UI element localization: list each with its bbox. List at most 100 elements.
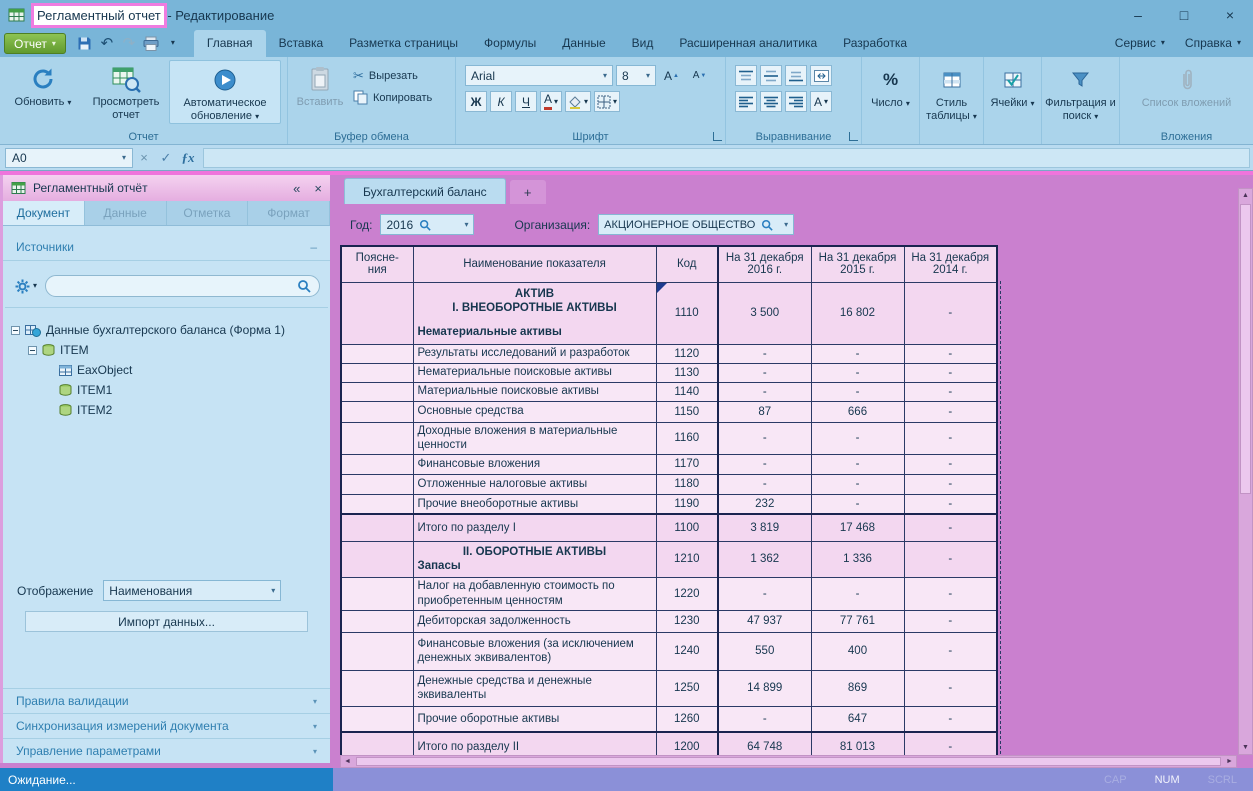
scroll-down-icon[interactable]: ▼ <box>1239 741 1252 754</box>
cell-2016[interactable]: - <box>718 454 811 474</box>
cell-2015[interactable]: - <box>811 577 904 610</box>
ribbon-tab[interactable]: Разметка страницы <box>336 30 471 57</box>
cell-code[interactable]: 1100 <box>656 514 718 541</box>
cell-code[interactable]: 1200 <box>656 732 718 755</box>
cell-explanation[interactable] <box>341 363 413 382</box>
settings-button[interactable]: ▾ <box>15 279 37 294</box>
file-menu-button[interactable]: Отчет▾ <box>4 33 66 54</box>
cell-indicator-name[interactable]: Доходные вложения в материальные ценност… <box>413 422 656 454</box>
cell-explanation[interactable] <box>341 514 413 541</box>
tree-item[interactable]: Данные бухгалтерского баланса (Форма 1) <box>11 320 324 340</box>
cell-2014[interactable]: - <box>904 401 997 422</box>
undo-button[interactable]: ↶ <box>96 33 118 53</box>
document-tab[interactable]: Бухгалтерский баланс <box>344 178 506 204</box>
align-center-button[interactable] <box>760 91 782 112</box>
cell-2014[interactable]: - <box>904 282 997 344</box>
cell-2014[interactable]: - <box>904 670 997 706</box>
cell-2014[interactable]: - <box>904 422 997 454</box>
ribbon-tab[interactable]: Формулы <box>471 30 549 57</box>
valign-bottom-button[interactable] <box>785 65 807 86</box>
tree-expander[interactable] <box>28 346 37 355</box>
cell-2016[interactable]: - <box>718 422 811 454</box>
cell-code[interactable]: 1130 <box>656 363 718 382</box>
cell-2016[interactable]: - <box>718 344 811 363</box>
cell-code[interactable]: 1260 <box>656 706 718 732</box>
italic-button[interactable]: К <box>490 91 512 112</box>
cell-2016[interactable]: 3 819 <box>718 514 811 541</box>
alignment-dialog-launcher[interactable] <box>849 132 858 141</box>
cell-code[interactable]: 1160 <box>656 422 718 454</box>
tree-item[interactable]: ITEM2 <box>11 400 324 420</box>
scroll-right-icon[interactable]: ► <box>1223 756 1236 767</box>
cell-explanation[interactable] <box>341 732 413 755</box>
cell-indicator-name[interactable]: Дебиторская задолженность <box>413 610 656 632</box>
cell-2015[interactable]: 81 013 <box>811 732 904 755</box>
cell-2016[interactable]: 64 748 <box>718 732 811 755</box>
cell-explanation[interactable] <box>341 610 413 632</box>
cell-explanation[interactable] <box>341 577 413 610</box>
ribbon-tab[interactable]: Данные <box>549 30 618 57</box>
cell-code[interactable]: 1110 <box>656 282 718 344</box>
number-format-button[interactable]: % Число ▾ <box>865 61 916 110</box>
cell-2015[interactable]: 1 336 <box>811 541 904 577</box>
cell-2016[interactable]: 3 500 <box>718 282 811 344</box>
ribbon-tab[interactable]: Вид <box>619 30 667 57</box>
cell-2015[interactable]: - <box>811 344 904 363</box>
valign-middle-button[interactable] <box>760 65 782 86</box>
cell-2016[interactable]: 1 362 <box>718 541 811 577</box>
cell-2016[interactable]: 87 <box>718 401 811 422</box>
font-size-select[interactable]: 8▾ <box>616 65 656 86</box>
function-icon[interactable]: ƒx <box>177 150 199 166</box>
cancel-icon[interactable]: × <box>133 150 155 165</box>
cell-indicator-name[interactable]: Итого по разделу I <box>413 514 656 541</box>
cell-2015[interactable]: 869 <box>811 670 904 706</box>
cell-code[interactable]: 1120 <box>656 344 718 363</box>
attachments-list-button[interactable]: Список вложений <box>1139 61 1235 110</box>
sources-section-header[interactable]: Источники – <box>3 234 330 261</box>
ribbon-tab[interactable]: Главная <box>194 30 266 57</box>
cell-explanation[interactable] <box>341 541 413 577</box>
panel-tab[interactable]: Данные <box>85 201 167 225</box>
maximize-button[interactable]: □ <box>1161 0 1207 30</box>
organization-select[interactable]: АКЦИОНЕРНОЕ ОБЩЕСТВО ▾ <box>598 214 794 235</box>
save-button[interactable] <box>74 33 96 53</box>
cell-2015[interactable]: 17 468 <box>811 514 904 541</box>
cell-explanation[interactable] <box>341 344 413 363</box>
cell-code[interactable]: 1230 <box>656 610 718 632</box>
print-menu-button[interactable]: ▾ <box>162 33 184 53</box>
valign-top-button[interactable] <box>735 65 757 86</box>
print-button[interactable] <box>140 33 162 53</box>
tree-item[interactable]: EaxObject <box>11 360 324 380</box>
year-select[interactable]: 2016 ▾ <box>380 214 474 235</box>
cell-indicator-name[interactable]: II. ОБОРОТНЫЕ АКТИВЫЗапасы <box>413 541 656 577</box>
cell-explanation[interactable] <box>341 422 413 454</box>
formula-input[interactable] <box>203 148 1250 168</box>
cell-2014[interactable]: - <box>904 632 997 670</box>
cell-explanation[interactable] <box>341 670 413 706</box>
cell-2016[interactable]: 550 <box>718 632 811 670</box>
cell-2016[interactable]: 14 899 <box>718 670 811 706</box>
column-header[interactable]: На 31 декабря2015 г. <box>811 246 904 282</box>
cell-2014[interactable]: - <box>904 474 997 494</box>
filter-search-button[interactable]: Фильтрация и поиск ▾ <box>1045 61 1116 123</box>
cell-2014[interactable]: - <box>904 514 997 541</box>
font-dialog-launcher[interactable] <box>713 132 722 141</box>
enter-icon[interactable]: ✓ <box>155 150 177 166</box>
redo-button[interactable]: ↷ <box>118 33 140 53</box>
cell-code[interactable]: 1210 <box>656 541 718 577</box>
display-select[interactable]: Наименования▾ <box>103 580 281 601</box>
cell-2014[interactable]: - <box>904 344 997 363</box>
cell-2014[interactable]: - <box>904 610 997 632</box>
underline-button[interactable]: Ч <box>515 91 537 112</box>
cell-code[interactable]: 1150 <box>656 401 718 422</box>
cell-indicator-name[interactable]: Материальные поисковые активы <box>413 382 656 401</box>
merge-cells-button[interactable] <box>810 65 832 86</box>
refresh-button[interactable]: Обновить ▾ <box>3 60 83 109</box>
menu-item[interactable]: Справка▾ <box>1185 36 1241 50</box>
cell-2016[interactable]: - <box>718 474 811 494</box>
cell-code[interactable]: 1250 <box>656 670 718 706</box>
cell-2014[interactable]: - <box>904 541 997 577</box>
cell-2016[interactable]: - <box>718 382 811 401</box>
cell-2016[interactable]: - <box>718 363 811 382</box>
cell-indicator-name[interactable]: Итого по разделу II <box>413 732 656 755</box>
